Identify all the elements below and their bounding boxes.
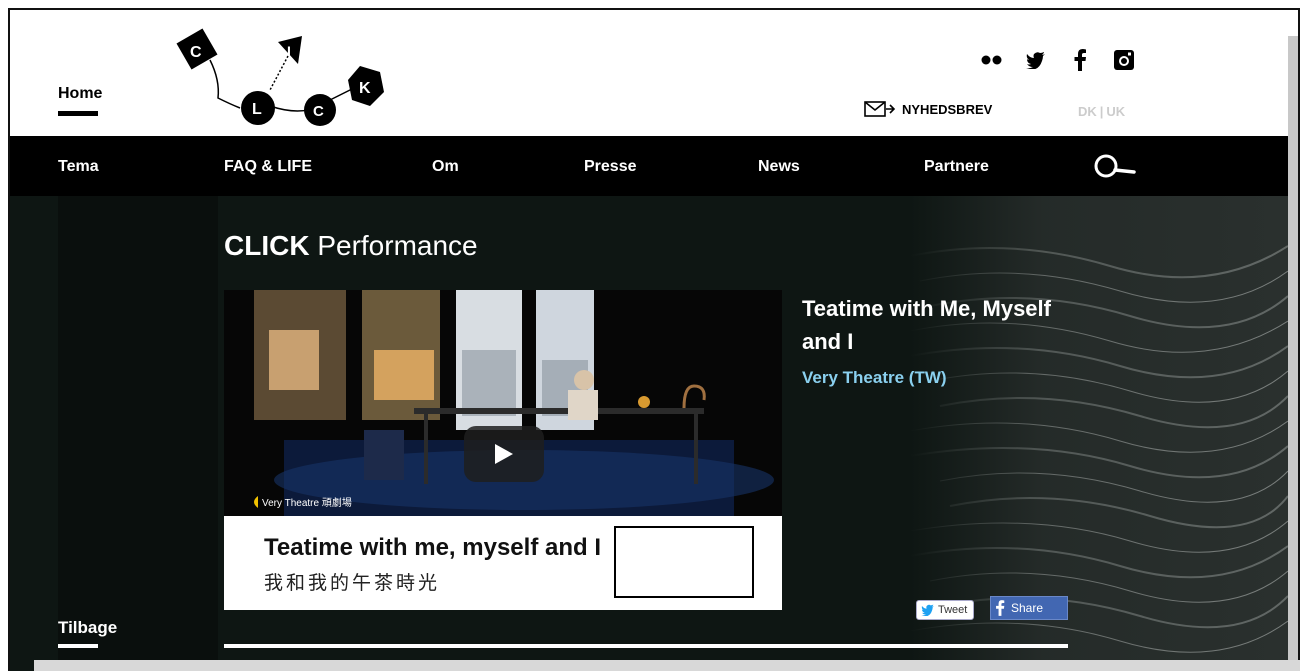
share-button[interactable]: Share (990, 596, 1068, 620)
share-label: Share (1011, 601, 1044, 615)
logo-letter-c2: C (313, 103, 324, 120)
nav-item-tema[interactable]: Tema (58, 158, 99, 176)
social-links (980, 48, 1136, 72)
nav-item-partnere[interactable]: Partnere (924, 158, 989, 176)
logo-letter-l: L (252, 101, 262, 118)
nav-item-news[interactable]: News (758, 158, 800, 176)
content-divider (224, 644, 1068, 648)
back-underline (58, 644, 98, 648)
lang-uk[interactable]: UK (1106, 104, 1125, 119)
envelope-icon (864, 101, 896, 117)
main-nav: Tema FAQ & LIFE Om Presse News Partnere (10, 136, 1288, 196)
video-caption: Teatime with me, myself and I 我和我的午茶時光 (224, 516, 782, 610)
tweet-label: Tweet (938, 604, 968, 616)
language-switcher: DK | UK (1078, 104, 1125, 119)
logo-letter-i: I (287, 43, 291, 59)
flickr-icon[interactable] (980, 48, 1004, 72)
section-title: CLICK Performance (224, 230, 478, 262)
caption-frame (614, 526, 754, 598)
bottom-strip (34, 660, 1300, 671)
play-button[interactable] (464, 426, 544, 482)
caption-english: Teatime with me, myself and I (264, 534, 601, 561)
home-link[interactable]: Home (58, 85, 102, 103)
newsletter-link[interactable]: NYHEDSBREV (864, 101, 992, 117)
very-theatre-logo-icon (254, 495, 258, 508)
vertical-scrollbar[interactable] (1288, 36, 1298, 671)
video-thumbnail (224, 290, 782, 516)
logo-letter-k: K (359, 80, 371, 97)
section-title-rest: Performance (317, 230, 478, 261)
facebook-f-icon (996, 600, 1005, 616)
show-title: Teatime with Me, Myself and I (802, 296, 1051, 354)
video-brand-label: Very Theatre 頑劇場 (262, 498, 352, 509)
performance-section: CLICK Performance Very Theatre 頑劇場 Teati… (10, 196, 1288, 671)
nav-item-om[interactable]: Om (432, 158, 459, 176)
show-company[interactable]: Very Theatre (TW) (802, 368, 947, 388)
twitter-icon[interactable] (1024, 48, 1048, 72)
site-header: Home C L I C K NYHEDSBREV DK | UK (10, 10, 1288, 136)
back-link[interactable]: Tilbage (58, 618, 117, 638)
lang-dk[interactable]: DK (1078, 104, 1097, 119)
caption-chinese: 我和我的午茶時光 (264, 572, 441, 594)
home-underline (58, 111, 98, 116)
search-icon[interactable] (1090, 150, 1138, 182)
twitter-bird-icon (921, 604, 934, 616)
newsletter-label: NYHEDSBREV (902, 101, 993, 117)
browser-frame: Home C L I C K NYHEDSBREV DK | UK Tema F… (8, 8, 1300, 671)
nav-item-presse[interactable]: Presse (584, 158, 637, 176)
play-icon (495, 444, 513, 464)
click-logo[interactable]: C L I C K (170, 20, 400, 130)
left-column-bg (58, 196, 218, 671)
lang-separator: | (1099, 104, 1104, 119)
section-title-bold: CLICK (224, 230, 310, 261)
logo-letter-c1: C (190, 44, 202, 61)
tweet-button[interactable]: Tweet (916, 600, 974, 620)
instagram-icon[interactable] (1112, 48, 1136, 72)
facebook-icon[interactable] (1068, 48, 1092, 72)
nav-item-faq-life[interactable]: FAQ & LIFE (224, 158, 312, 176)
video-brand: Very Theatre 頑劇場 (250, 494, 352, 509)
video-player[interactable]: Very Theatre 頑劇場 Teatime with me, myself… (224, 290, 782, 610)
